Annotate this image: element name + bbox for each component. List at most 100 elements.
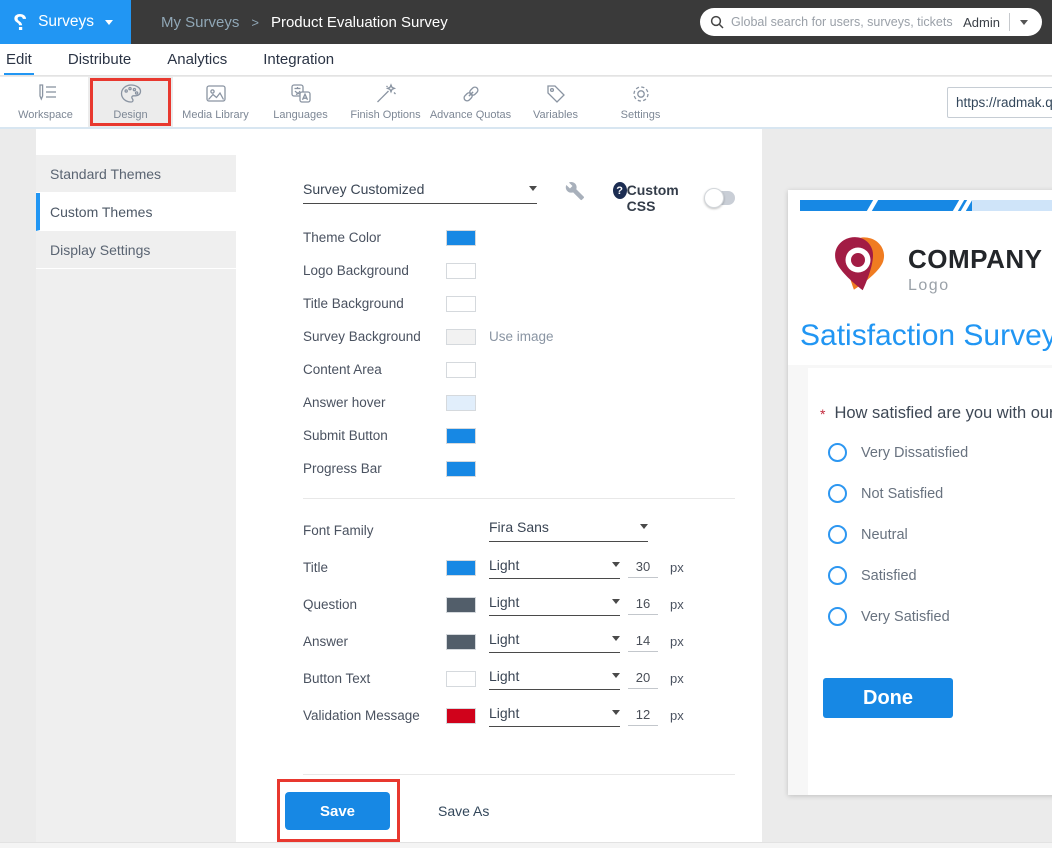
tab-integration[interactable]: Integration xyxy=(261,46,336,75)
font-row-button-text: Button Text Light px xyxy=(303,660,735,697)
radio-icon[interactable] xyxy=(828,566,847,585)
weight-value: Light xyxy=(489,594,519,610)
done-button[interactable]: Done xyxy=(823,678,953,718)
horizontal-scrollbar-track[interactable] xyxy=(0,842,1052,848)
theme-color-rows: Theme Color Logo Background Title Backgr… xyxy=(303,221,735,485)
button-text-weight-dropdown[interactable]: Light xyxy=(489,668,620,690)
font-row-validation-message: Validation Message Light px xyxy=(303,697,735,734)
title-background-swatch[interactable] xyxy=(446,296,476,312)
answer-size-input[interactable] xyxy=(628,631,658,652)
toolbar-languages[interactable]: Languages xyxy=(258,77,343,127)
button-text-color-swatch[interactable] xyxy=(446,671,476,687)
theme-color-swatch[interactable] xyxy=(446,230,476,246)
chevron-down-icon xyxy=(612,710,620,719)
font-family-dropdown[interactable]: Fira Sans xyxy=(489,519,648,542)
variables-tag-icon xyxy=(544,83,568,105)
search-input[interactable] xyxy=(731,15,963,29)
question-size-input[interactable] xyxy=(628,594,658,615)
toolbar-design[interactable]: Design xyxy=(88,77,173,127)
theme-tools-wrench-icon[interactable] xyxy=(565,179,585,203)
breadcrumb-my-surveys[interactable]: My Surveys xyxy=(161,14,239,31)
question-color-swatch[interactable] xyxy=(446,597,476,613)
title-weight-dropdown[interactable]: Light xyxy=(489,557,620,579)
font-family-row: Font Family Fira Sans xyxy=(303,512,735,549)
company-logo-text: COMPANY Logo xyxy=(908,244,1042,295)
option-label: Satisfied xyxy=(861,568,917,584)
toolbar-item-label: Languages xyxy=(273,109,327,121)
option-very-dissatisfied[interactable]: Very Dissatisfied xyxy=(828,443,1052,462)
radio-icon[interactable] xyxy=(828,525,847,544)
font-row-label: Title xyxy=(303,560,446,575)
chevron-down-icon xyxy=(612,673,620,682)
validation-size-input[interactable] xyxy=(628,705,658,726)
sidebar-item-standard-themes[interactable]: Standard Themes xyxy=(36,155,236,193)
toolbar-media-library[interactable]: Media Library xyxy=(173,77,258,127)
toolbar-item-label: Advance Quotas xyxy=(430,109,511,121)
media-library-icon xyxy=(204,83,228,105)
validation-message-color-swatch[interactable] xyxy=(446,708,476,724)
title-size-input[interactable] xyxy=(628,557,658,578)
admin-menu-label[interactable]: Admin xyxy=(963,15,1000,30)
content-area-swatch[interactable] xyxy=(446,362,476,378)
title-color-swatch[interactable] xyxy=(446,560,476,576)
color-row-survey-background: Survey Background Use image xyxy=(303,320,735,353)
tab-analytics[interactable]: Analytics xyxy=(165,46,229,75)
radio-icon[interactable] xyxy=(828,443,847,462)
color-row-label: Submit Button xyxy=(303,428,446,443)
admin-chevron-down-icon[interactable] xyxy=(1020,20,1028,29)
sidebar-item-display-settings[interactable]: Display Settings xyxy=(36,231,236,269)
button-text-size-input[interactable] xyxy=(628,668,658,689)
radio-icon[interactable] xyxy=(828,607,847,626)
chevron-down-icon xyxy=(640,524,648,533)
font-family-label: Font Family xyxy=(303,523,489,538)
validation-weight-dropdown[interactable]: Light xyxy=(489,705,620,727)
color-row-label: Survey Background xyxy=(303,329,446,344)
option-satisfied[interactable]: Satisfied xyxy=(828,566,1052,585)
help-icon[interactable]: ? xyxy=(613,182,627,199)
themes-sidebar: Standard Themes Custom Themes Display Se… xyxy=(36,129,236,848)
radio-icon[interactable] xyxy=(828,484,847,503)
option-label: Very Dissatisfied xyxy=(861,445,968,461)
option-neutral[interactable]: Neutral xyxy=(828,525,1052,544)
progress-bar-swatch[interactable] xyxy=(446,461,476,477)
use-image-link[interactable]: Use image xyxy=(489,329,554,344)
answer-color-swatch[interactable] xyxy=(446,634,476,650)
design-palette-icon xyxy=(119,83,143,105)
toolbar-variables[interactable]: Variables xyxy=(513,77,598,127)
save-button[interactable]: Save xyxy=(285,792,390,830)
tab-distribute[interactable]: Distribute xyxy=(66,46,133,75)
logo-background-swatch[interactable] xyxy=(446,263,476,279)
answer-weight-dropdown[interactable]: Light xyxy=(489,631,620,653)
option-very-satisfied[interactable]: Very Satisfied xyxy=(828,607,1052,626)
survey-background-swatch[interactable] xyxy=(446,329,476,345)
survey-url-input[interactable] xyxy=(947,87,1052,118)
option-label: Very Satisfied xyxy=(861,609,950,625)
toolbar-finish-options[interactable]: Finish Options xyxy=(343,77,428,127)
save-as-link[interactable]: Save As xyxy=(438,803,489,819)
toolbar-settings[interactable]: Settings xyxy=(598,77,683,127)
languages-icon xyxy=(289,83,313,105)
font-row-label: Question xyxy=(303,597,446,612)
survey-title: Satisfaction Survey xyxy=(800,319,1052,353)
progress-fill xyxy=(800,200,972,211)
preview-body: * How satisfied are you with our Very Di… xyxy=(788,365,1052,795)
submit-button-swatch[interactable] xyxy=(446,428,476,444)
weight-value: Light xyxy=(489,557,519,573)
toolbar-advance-quotas[interactable]: Advance Quotas xyxy=(428,77,513,127)
sidebar-item-custom-themes[interactable]: Custom Themes xyxy=(36,193,236,231)
px-unit-label: px xyxy=(670,560,684,575)
surveys-app-menu[interactable]: ? Surveys xyxy=(0,0,131,44)
color-row-theme-color: Theme Color xyxy=(303,221,735,254)
weight-value: Light xyxy=(489,668,519,684)
question-weight-dropdown[interactable]: Light xyxy=(489,594,620,616)
answer-hover-swatch[interactable] xyxy=(446,395,476,411)
custom-css-toggle[interactable] xyxy=(707,191,735,205)
workspace-icon xyxy=(33,83,59,105)
search-icon xyxy=(710,15,724,29)
theme-dropdown[interactable]: Survey Customized xyxy=(303,181,537,204)
toolbar-workspace[interactable]: Workspace xyxy=(3,77,88,127)
tab-edit[interactable]: Edit xyxy=(4,46,34,75)
option-not-satisfied[interactable]: Not Satisfied xyxy=(828,484,1052,503)
option-label: Neutral xyxy=(861,527,908,543)
global-search[interactable]: Admin xyxy=(700,8,1042,36)
